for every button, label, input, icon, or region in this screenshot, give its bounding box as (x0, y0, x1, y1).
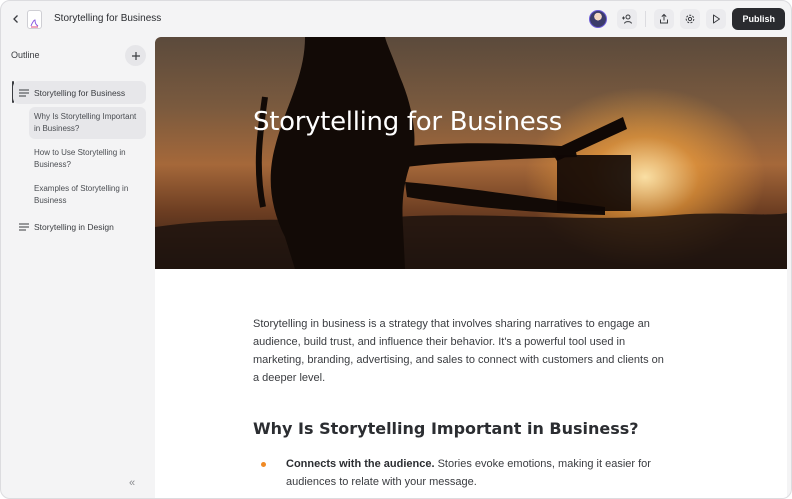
collapse-sidebar-button[interactable]: « (129, 477, 135, 489)
outline-item-storytelling-in-design[interactable]: Storytelling in Design (13, 215, 146, 238)
avatar[interactable] (589, 10, 608, 28)
outline-label: Outline (11, 50, 40, 60)
bullet-item: Connects with the audience. Stories evok… (286, 455, 686, 491)
document-canvas: Storytelling for Business Storytelling i… (155, 37, 787, 498)
share-icon (660, 13, 669, 24)
bullet-marker (261, 462, 266, 467)
outline-item-label: Examples of Storytelling in Business (34, 184, 129, 205)
outline-sidebar: Outline Storytelling for Business Why Is… (1, 37, 155, 498)
outline-item-how-to-use[interactable]: How to Use Storytelling in Business? (29, 143, 146, 175)
present-button[interactable] (706, 9, 727, 29)
gear-icon (686, 14, 695, 24)
outline-item-label: How to Use Storytelling in Business? (34, 148, 126, 169)
chevron-left-icon (13, 15, 18, 23)
outline-item-why-important[interactable]: Why Is Storytelling Important in Busines… (29, 107, 146, 139)
share-button[interactable] (654, 9, 675, 29)
document-title: Storytelling for Business (54, 13, 162, 24)
outline-item-label: Storytelling for Business (34, 87, 126, 98)
outline-item-label: Why Is Storytelling Important in Busines… (34, 112, 137, 133)
invite-user-button[interactable] (617, 9, 638, 29)
text-lines-icon (19, 223, 29, 230)
toolbar-divider (645, 11, 647, 27)
settings-button[interactable] (680, 9, 701, 29)
intro-paragraph: Storytelling in business is a strategy t… (253, 318, 664, 384)
plus-icon (131, 51, 140, 60)
publish-button[interactable]: Publish (732, 8, 785, 30)
toolbar-actions: Publish (589, 8, 785, 30)
outline-item-storytelling-for-business[interactable]: Storytelling for Business (13, 81, 146, 104)
outline-item-examples[interactable]: Examples of Storytelling in Business (29, 179, 146, 211)
add-user-icon (622, 14, 633, 24)
silhouette-illustration (155, 37, 787, 269)
text-lines-icon (19, 89, 29, 96)
document-icon (27, 10, 42, 29)
back-button[interactable] (7, 10, 25, 28)
bullet-lead: Connects with the audience. (286, 458, 435, 470)
outline-item-label: Storytelling in Design (34, 221, 114, 232)
section-heading: Why Is Storytelling Important in Busines… (253, 419, 639, 438)
hero-title: Storytelling for Business (253, 107, 562, 137)
app-window: Storytelling for Business Publish Outlin… (0, 0, 792, 499)
hero-image: Storytelling for Business (155, 37, 787, 269)
play-icon (713, 14, 721, 24)
add-section-button[interactable] (125, 45, 146, 66)
top-bar: Storytelling for Business Publish (1, 1, 791, 37)
